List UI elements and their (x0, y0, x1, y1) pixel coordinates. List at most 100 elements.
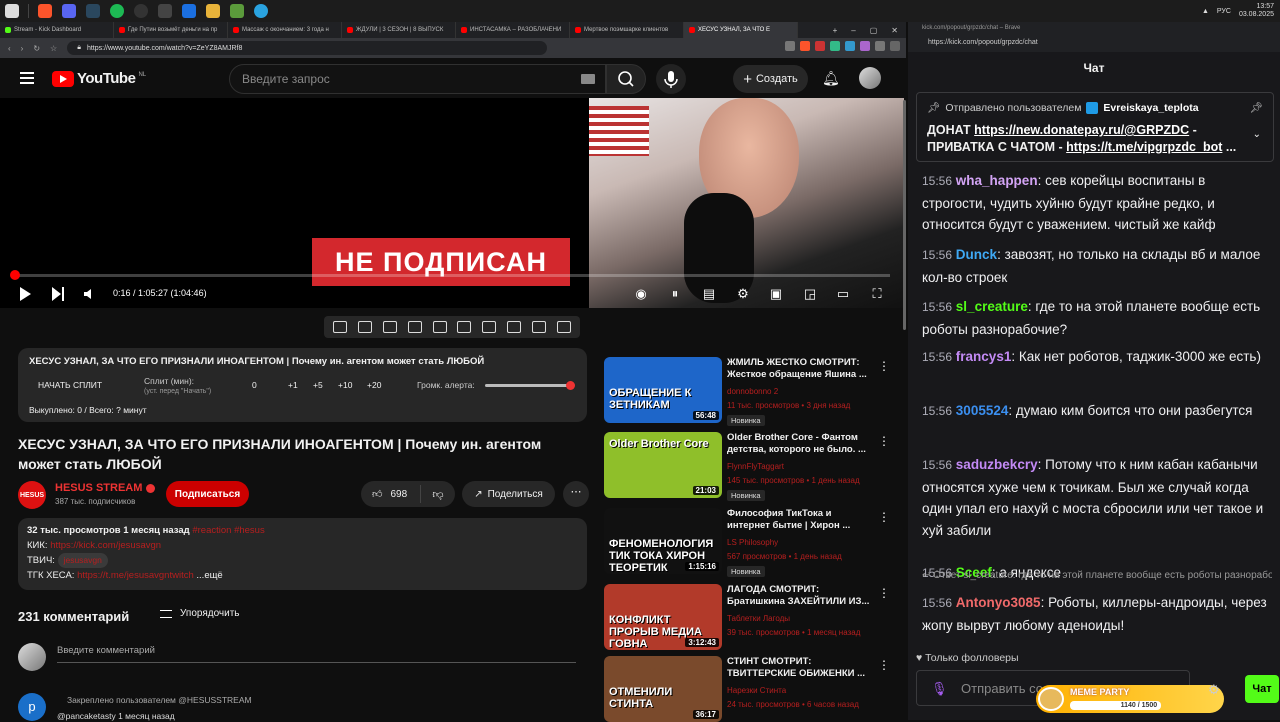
recommendation-item[interactable]: ОБРАЩЕНИЕ К ЗЕТНИКАМ 56:48 ЖМИЛЬ ЖЕСТКО СМ… (604, 357, 904, 426)
share-button[interactable]: ↗ Поделиться (462, 481, 555, 507)
dislike-button[interactable]: 👎︎ (421, 488, 455, 501)
pinned-by-user[interactable]: Evreiskaya_teplota (1103, 102, 1198, 114)
forward-icon[interactable]: › (21, 44, 24, 53)
split-plus-20-button[interactable]: +20 (367, 380, 381, 390)
game-icon[interactable] (230, 4, 244, 18)
clock[interactable]: 13:57 03.08.2025 (1239, 3, 1274, 19)
channel-avatar[interactable]: HESUS (18, 481, 46, 509)
split-plus-10-button[interactable]: +10 (338, 380, 352, 390)
close-icon[interactable]: ✕ (891, 26, 898, 35)
chat-message[interactable]: 15:56 Dunck: завозят, но только на склад… (922, 244, 1268, 288)
browser-tab[interactable]: ХЕСУС УЗНАЛ, ЗА ЧТО Е (684, 22, 798, 38)
browser-tab[interactable]: Где Путин возьмёт деньги на пр (114, 22, 228, 38)
progress-scrubber[interactable] (10, 270, 20, 280)
recommendation-item[interactable]: Older Brother Core 21:03 Older Brother Cor… (604, 432, 904, 501)
pip-icon[interactable]: ◲ (801, 286, 819, 302)
keyboard-icon[interactable] (581, 74, 595, 84)
channel-name[interactable]: HESUS STREAM (55, 482, 156, 494)
bookmark-icon[interactable]: ☆ (50, 44, 57, 53)
pinned-comment-avatar[interactable]: p (18, 693, 46, 721)
app-icon[interactable] (182, 4, 196, 18)
youtube-logo[interactable]: YouTube NL (52, 70, 146, 87)
chat-message[interactable]: 15:56 3005524: думаю ким боится что они … (922, 400, 1268, 423)
settings-icon[interactable]: ⚙ (734, 286, 752, 302)
voice-search-button[interactable] (656, 64, 686, 94)
screenshot-icon[interactable] (382, 321, 397, 333)
recommendation-channel[interactable]: Нарезки Стинта (727, 686, 786, 695)
message-username[interactable]: wha_happen (956, 173, 1038, 188)
popup-icon[interactable] (432, 321, 447, 333)
recommendation-channel[interactable]: LS Philosophy (727, 538, 778, 547)
menu-icon[interactable] (890, 41, 900, 51)
split-plus-1-button[interactable]: +1 (288, 380, 298, 390)
split-plus-5-button[interactable]: +5 (313, 380, 323, 390)
video-thumbnail[interactable]: Older Brother Core 21:03 (604, 432, 722, 498)
subscribe-button[interactable]: Подписаться (166, 481, 249, 507)
maximize-button[interactable]: ▢ (870, 26, 878, 35)
create-button[interactable]: + Создать (733, 65, 808, 93)
extension-icon[interactable] (830, 41, 840, 51)
more-options-icon[interactable]: ⋮ (878, 510, 890, 524)
extension-icon[interactable] (785, 41, 795, 51)
send-chat-button[interactable]: Чат (1245, 675, 1279, 703)
brave-shield-icon[interactable] (800, 41, 810, 51)
video-thumbnail[interactable]: КОНФЛИКТ ПРОРЫВ МЕДИА ГОВНА 3:12:43 (604, 584, 722, 650)
twitch-link[interactable]: jesusavgn (57, 553, 108, 568)
donate-link[interactable]: https://new.donatepay.ru/@GRPZDC (974, 123, 1189, 137)
mic-icon[interactable]: 🎙︎ (931, 671, 948, 707)
split-value[interactable]: 0 (252, 380, 257, 390)
unpin-icon[interactable]: 📌︎ (1250, 101, 1263, 114)
recommendation-title[interactable]: ЛАГОДА СМОТРИТ: Братишкина ЗАХЕЙТИЛИ ИЗ.… (727, 584, 877, 608)
wifi-icon[interactable]: ▲ (1202, 8, 1209, 15)
cinema-icon[interactable] (407, 321, 422, 333)
sort-comments-button[interactable]: Упорядочить (160, 608, 240, 619)
tg-link[interactable]: https://t.me/jesusavgntwitch (77, 570, 194, 581)
pinned-message[interactable]: 📌︎ Отправлено пользователем Evreiskaya_t… (916, 92, 1274, 162)
kick-link[interactable]: https://kick.com/jesusavgn (50, 540, 161, 551)
telegram-icon[interactable] (254, 4, 268, 18)
browser-tab[interactable]: Мертвое поэмшарке клиентов (570, 22, 684, 38)
filter-icon[interactable] (457, 321, 472, 333)
extension-icon[interactable] (815, 41, 825, 51)
play-icon[interactable] (20, 287, 31, 301)
obs-icon[interactable] (134, 4, 148, 18)
epic-icon[interactable] (158, 4, 172, 18)
browser-tab[interactable]: ЖДУЛИ | 3 СЕЗОН | 8 ВЫПУСК (342, 22, 456, 38)
more-actions-button[interactable]: ⋯ (563, 481, 589, 507)
video-thumbnail[interactable]: ФЕНОМЕНОЛОГИЯ ТИК ТОКА ХИРОН ТЕОРЕТИК 1:1… (604, 508, 722, 574)
brave-icon[interactable] (38, 4, 52, 18)
extension-icon[interactable] (860, 41, 870, 51)
recommendation-title[interactable]: ЖМИЛЬ ЖЕСТКО СМОТРИТ: Жесткое обращение … (727, 357, 877, 381)
audio-mode-icon[interactable] (358, 321, 373, 333)
chevron-down-icon[interactable]: ⌄ (1253, 129, 1261, 140)
hashtags[interactable]: #reaction #hesus (192, 525, 264, 536)
menu-icon[interactable] (20, 72, 34, 84)
account-avatar[interactable] (859, 67, 881, 89)
browser-tab[interactable]: ИНСТАСАМКА – РАЗОБЛАЧЕНИ (456, 22, 570, 38)
chat-message[interactable]: 15:56 francys1: Как нет роботов, таджик-… (922, 346, 1268, 369)
recommendation-channel[interactable]: Таблетки Лагоды (727, 614, 790, 623)
show-more-button[interactable]: ...ещё (196, 570, 222, 581)
folder-icon[interactable] (206, 4, 220, 18)
recommendation-title[interactable]: Философия ТикТока и интернет бытие | Хир… (727, 508, 877, 532)
chat-url[interactable]: https://kick.com/popout/grpzdc/chat (908, 34, 1280, 52)
new-tab-button[interactable]: + (833, 26, 838, 35)
camera-icon[interactable] (531, 321, 546, 333)
more-options-icon[interactable]: ⋮ (878, 359, 890, 373)
theater-mode-icon[interactable]: ▭ (834, 286, 852, 302)
subtitles-icon[interactable]: ▤ (700, 286, 718, 302)
add-icon[interactable] (506, 321, 521, 333)
extension-icon[interactable] (875, 41, 885, 51)
private-link[interactable]: https://t.me/vipgrpzdc_bot (1066, 140, 1222, 154)
recommendation-title[interactable]: СТИНТ СМОТРИТ: ТВИТТЕРСКИЕ ОБИЖЕНКИ ... (727, 656, 877, 680)
message-username[interactable]: Antonyo3085 (956, 595, 1041, 610)
start-split-button[interactable]: НАЧАТЬ СПЛИТ (38, 380, 102, 390)
chat-message[interactable]: 15:56 wha_happen: сев корейцы воспитаны … (922, 170, 1268, 236)
browser-tab[interactable]: Stream - Kick Dashboard (0, 22, 114, 38)
recommendation-title[interactable]: Older Brother Core - Фантом детства, кот… (727, 432, 877, 456)
reload-icon[interactable]: ↻ (33, 44, 40, 53)
steam-icon[interactable] (86, 4, 100, 18)
message-username[interactable]: 3005524 (956, 403, 1009, 418)
url-field[interactable]: 🔒︎ https://www.youtube.com/watch?v=ZeYZ8… (67, 41, 548, 55)
recommendation-item[interactable]: ФЕНОМЕНОЛОГИЯ ТИК ТОКА ХИРОН ТЕОРЕТИК 1:1… (604, 508, 904, 577)
